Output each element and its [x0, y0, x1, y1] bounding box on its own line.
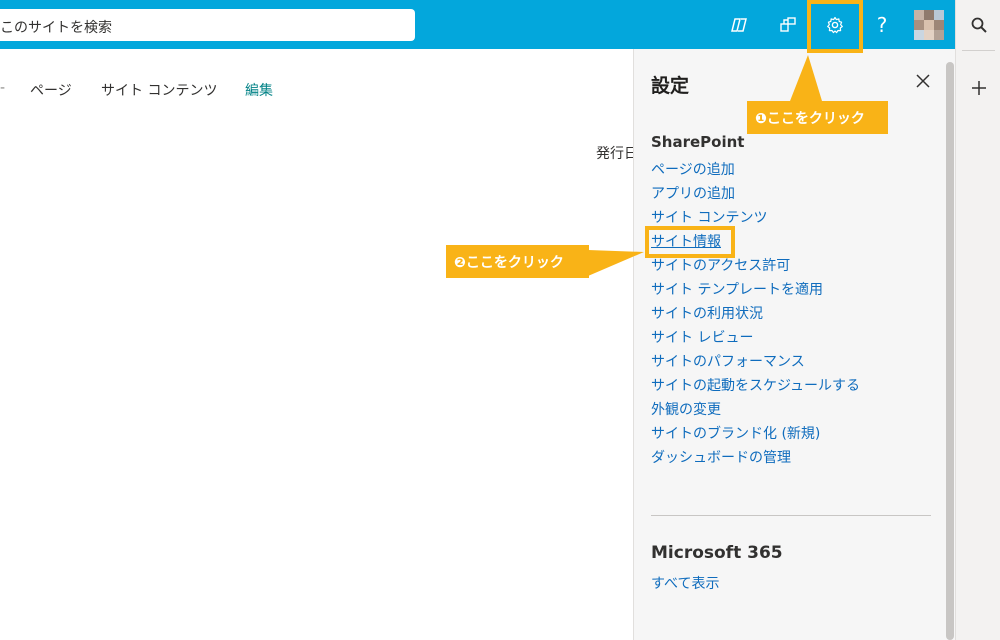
avatar[interactable]: [914, 10, 944, 40]
link-change-look[interactable]: 外観の変更: [651, 398, 931, 422]
right-sidebar: [955, 0, 1000, 640]
help-icon: ?: [876, 12, 888, 37]
close-icon: [916, 74, 930, 88]
share-icon: [780, 16, 796, 32]
link-site-branding[interactable]: サイトのブランド化 (新規): [651, 422, 931, 446]
callout-step2: ❷ここをクリック: [446, 245, 589, 278]
share-button[interactable]: [764, 0, 812, 49]
copilot-button[interactable]: [715, 0, 763, 49]
search-box[interactable]: このサイトを検索: [0, 9, 415, 41]
link-show-all[interactable]: すべて表示: [651, 573, 719, 593]
copilot-icon: [731, 17, 747, 32]
nav-fragment: -: [0, 80, 6, 96]
nav-site-contents[interactable]: サイト コンテンツ: [101, 80, 217, 100]
plus-icon: [971, 81, 986, 95]
sidebar-add-button[interactable]: [956, 66, 1000, 110]
link-add-app[interactable]: アプリの追加: [651, 182, 931, 206]
m365-section-title: Microsoft 365: [651, 543, 783, 563]
nav-edit[interactable]: 編集: [245, 80, 273, 100]
sidebar-search-button[interactable]: [956, 3, 1000, 47]
settings-highlight: [807, 0, 863, 53]
panel-title: 設定: [651, 75, 690, 97]
link-site-performance[interactable]: サイトのパフォーマンス: [651, 350, 931, 374]
site-info-highlight: [645, 226, 735, 258]
link-apply-template[interactable]: サイト テンプレートを適用: [651, 278, 931, 302]
link-manage-dashboard[interactable]: ダッシュボードの管理: [651, 446, 931, 470]
link-site-review[interactable]: サイト レビュー: [651, 326, 931, 350]
panel-divider: [651, 515, 931, 516]
help-button[interactable]: ?: [858, 0, 906, 49]
link-schedule-launch[interactable]: サイトの起動をスケジュールする: [651, 374, 931, 398]
close-button[interactable]: [906, 64, 940, 98]
sharepoint-link-list: ページの追加 アプリの追加 サイト コンテンツ サイト情報 サイトのアクセス許可…: [651, 158, 931, 470]
sharepoint-section-title: SharePoint: [651, 133, 745, 151]
search-input[interactable]: このサイトを検索: [0, 17, 112, 37]
publish-date-label: 発行日: [596, 146, 638, 162]
panel-scrollbar[interactable]: [946, 62, 954, 640]
link-site-usage[interactable]: サイトの利用状況: [651, 302, 931, 326]
search-icon: [971, 17, 987, 33]
nav-page[interactable]: ページ: [30, 80, 72, 100]
link-add-page[interactable]: ページの追加: [651, 158, 931, 182]
callout-step1: ❶ここをクリック: [747, 101, 888, 134]
sidebar-divider: [962, 50, 995, 51]
